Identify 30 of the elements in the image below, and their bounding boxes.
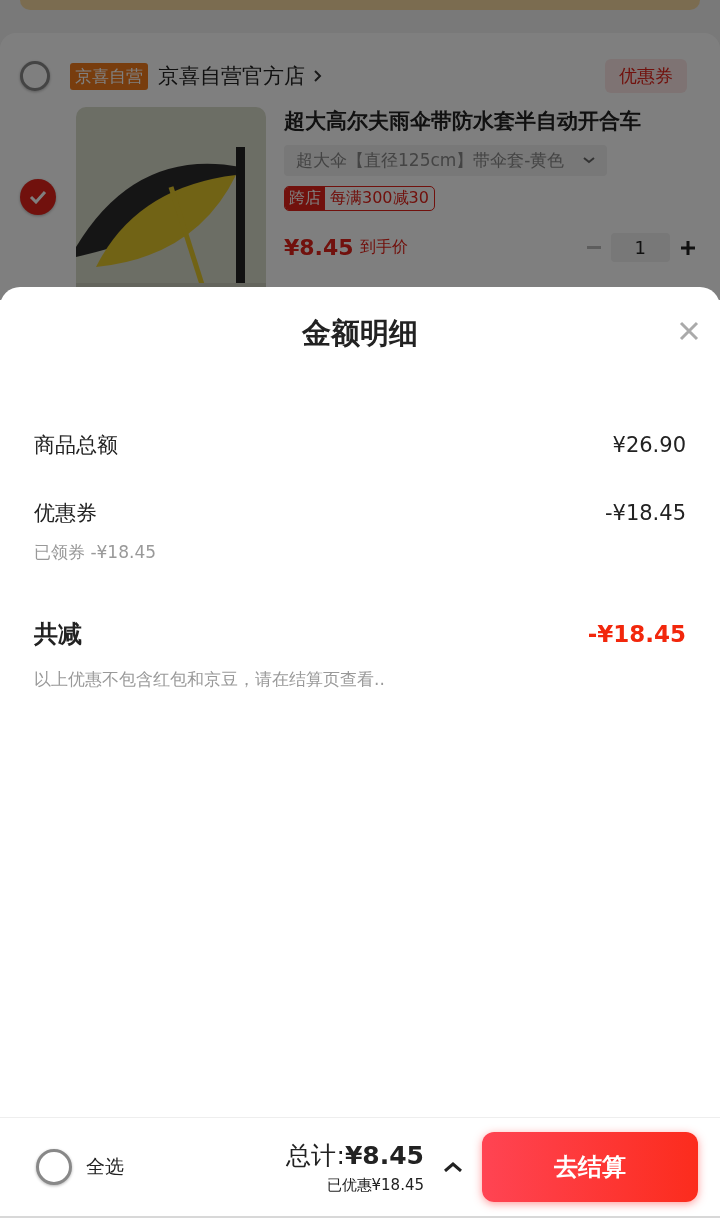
row-label: 商品总额: [34, 432, 118, 459]
quantity-field[interactable]: 1: [610, 233, 670, 262]
row-detail: 已领券 -¥18.45: [34, 541, 158, 564]
minus-icon[interactable]: [586, 245, 601, 250]
price-note: 到手价: [359, 237, 408, 258]
coupon-button[interactable]: 优惠券: [605, 59, 687, 93]
close-icon[interactable]: [679, 321, 699, 341]
row-value: -¥18.45: [604, 501, 686, 525]
checked-circle[interactable]: [20, 179, 56, 215]
chevron-down-icon[interactable]: [582, 157, 595, 164]
promo-badge: 跨店 每满300减30: [284, 186, 435, 211]
sheet-title: 金额明细: [302, 315, 418, 352]
note-text: 以上优惠不包含红包和京豆，请在结算页查看..: [34, 668, 386, 691]
chevron-right-icon[interactable]: [313, 69, 322, 83]
total-value: -¥18.45: [587, 621, 686, 647]
radio-circle[interactable]: [20, 61, 50, 91]
product-title[interactable]: 超大高尔夫雨伞带防水套半自动开合车: [284, 107, 641, 135]
row-label: 优惠券: [34, 500, 97, 527]
radio-circle[interactable]: [36, 1149, 72, 1185]
saved-amount: 已优惠¥18.45: [326, 1176, 424, 1195]
store-tag: 京喜自营: [70, 62, 148, 90]
total-label: 共减: [34, 619, 82, 650]
total-price: 总计:¥8.45: [286, 1140, 424, 1172]
select-all-label[interactable]: 全选: [86, 1154, 124, 1180]
price: ¥8.45: [284, 235, 354, 260]
caret-up-icon[interactable]: [444, 1162, 462, 1172]
store-name[interactable]: 京喜自营官方店: [158, 62, 305, 90]
plus-icon[interactable]: [680, 239, 696, 256]
row-value: ¥26.90: [612, 433, 686, 457]
checkout-button[interactable]: 去结算: [482, 1132, 698, 1202]
